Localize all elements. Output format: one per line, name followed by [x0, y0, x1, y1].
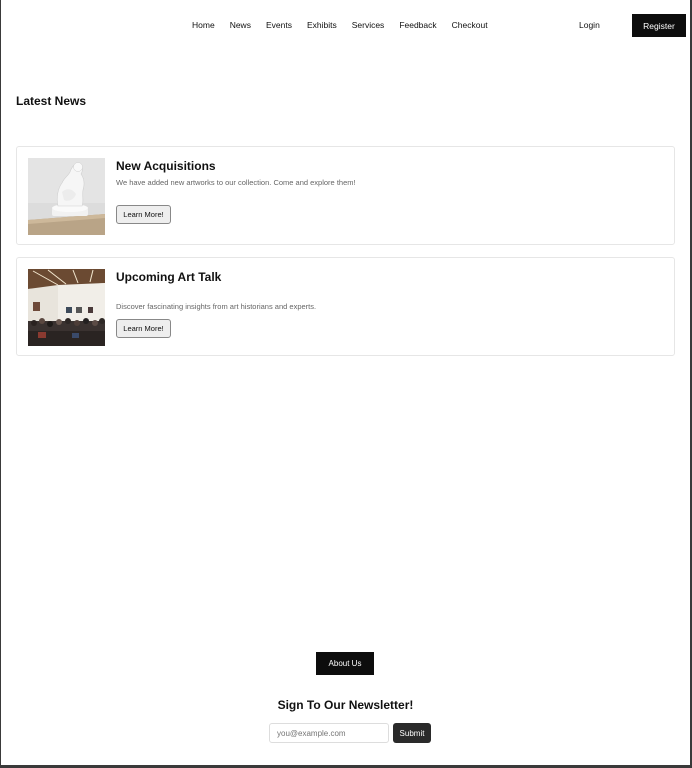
nav-checkout[interactable]: Checkout: [452, 20, 488, 30]
register-button[interactable]: Register: [632, 14, 686, 37]
learn-more-button[interactable]: Learn More!: [116, 319, 171, 338]
card-description: Discover fascinating insights from art h…: [116, 302, 317, 311]
news-card: Upcoming Art Talk Discover fascinating i…: [16, 257, 675, 356]
submit-button[interactable]: Submit: [393, 723, 431, 743]
gallery-crowd-image: [28, 269, 105, 346]
news-card: New Acquisitions We have added new artwo…: [16, 146, 675, 245]
section-title: Latest News: [16, 94, 87, 108]
page: Home News Events Exhibits Services Feedb…: [1, 0, 690, 765]
nav-events[interactable]: Events: [266, 20, 292, 30]
card-title: Upcoming Art Talk: [116, 270, 222, 284]
main-nav: Home News Events Exhibits Services Feedb…: [192, 20, 503, 30]
newsletter-title: Sign To Our Newsletter!: [277, 698, 414, 712]
nav-news[interactable]: News: [230, 20, 251, 30]
email-input[interactable]: [269, 723, 389, 743]
nav-exhibits[interactable]: Exhibits: [307, 20, 337, 30]
nav-home[interactable]: Home: [192, 20, 215, 30]
learn-more-button[interactable]: Learn More!: [116, 205, 171, 224]
sculpture-image: [28, 158, 105, 235]
nav-feedback[interactable]: Feedback: [399, 20, 436, 30]
card-title: New Acquisitions: [116, 159, 216, 173]
login-link[interactable]: Login: [579, 20, 600, 30]
card-description: We have added new artworks to our collec…: [116, 178, 356, 187]
about-us-button[interactable]: About Us: [316, 652, 374, 675]
nav-services[interactable]: Services: [352, 20, 385, 30]
